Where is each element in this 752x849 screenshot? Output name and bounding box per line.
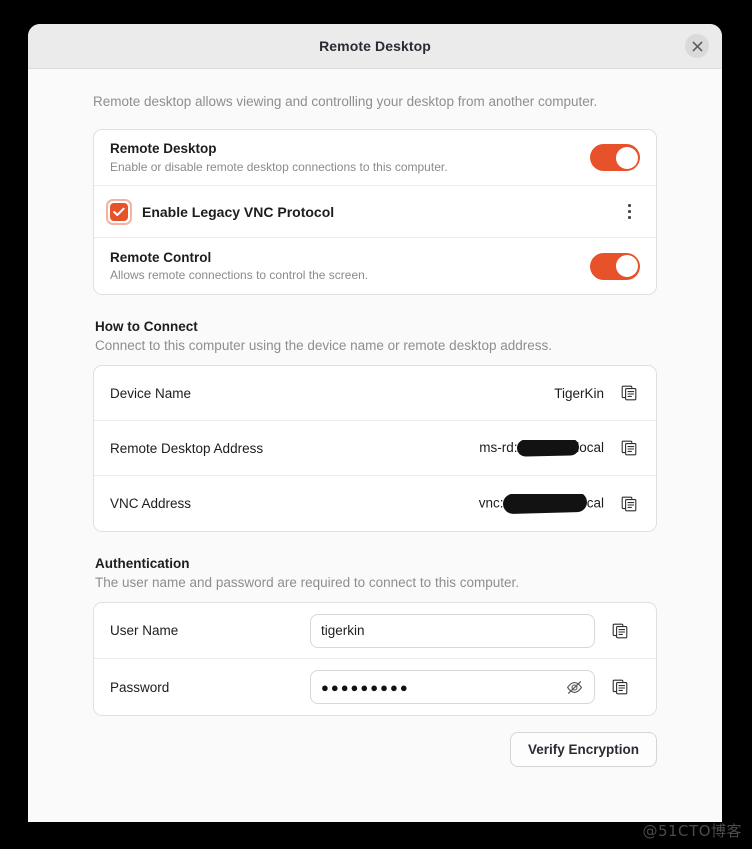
menu-dot	[627, 216, 631, 220]
copy-glyph	[621, 496, 637, 512]
close-icon[interactable]	[685, 34, 709, 58]
copy-glyph	[612, 679, 628, 695]
watermark: @51CTO博客	[642, 822, 742, 840]
menu-dot	[627, 210, 631, 214]
remote-desktop-address-label: Remote Desktop Address	[110, 440, 264, 456]
window-titlebar: Remote Desktop	[28, 24, 722, 69]
redaction-mark	[502, 493, 588, 514]
row-remote-desktop-address: Remote Desktop Address ms-rd:/ local	[94, 421, 656, 477]
page-title: Remote Desktop	[319, 38, 431, 54]
row-remote-control: Remote Control Allows remote connections…	[94, 238, 656, 294]
how-to-connect-description: Connect to this computer using the devic…	[95, 338, 552, 354]
device-name-value: TigerKin	[554, 385, 604, 401]
checkbox-fill	[110, 202, 128, 221]
remote-desktop-window: Remote Desktop Remote desktop allows vie…	[28, 24, 722, 822]
row-remote-control-subtitle: Allows remote connections to control the…	[110, 268, 369, 283]
menu-dot	[627, 204, 631, 208]
username-input[interactable]	[321, 623, 584, 639]
copy-glyph	[621, 385, 637, 401]
redaction-mark	[517, 439, 580, 457]
connection-info-card: Device Name TigerKin Remote Desktop Addr…	[93, 365, 657, 533]
row-vnc-address: VNC Address vnc:/ocal	[94, 476, 656, 531]
copy-icon[interactable]	[618, 437, 640, 459]
row-remote-desktop-subtitle: Enable or disable remote desktop connect…	[110, 159, 448, 174]
copy-icon[interactable]	[609, 676, 631, 698]
row-remote-control-texts: Remote Control Allows remote connections…	[110, 249, 590, 284]
settings-content: Remote desktop allows viewing and contro…	[28, 69, 722, 822]
row-remote-control-title: Remote Control	[110, 249, 212, 265]
verify-encryption-button[interactable]: Verify Encryption	[509, 732, 657, 768]
username-label: User Name	[110, 623, 179, 639]
row-password: Password ●●●●●●●●●	[94, 659, 656, 715]
vnc-address-label: VNC Address	[110, 496, 192, 512]
remote-control-toggle[interactable]	[590, 252, 640, 280]
username-entry[interactable]	[310, 613, 595, 648]
remote-desktop-address-value: ms-rd:/ local	[263, 439, 618, 457]
legacy-vnc-label: Enable Legacy VNC Protocol	[142, 203, 335, 220]
copy-glyph	[612, 623, 628, 639]
how-to-connect-heading: How to Connect	[95, 319, 198, 335]
more-vertical-icon[interactable]	[618, 199, 640, 225]
footer-actions: Verify Encryption	[93, 732, 657, 768]
copy-icon[interactable]	[618, 382, 640, 404]
row-username: User Name	[94, 603, 656, 660]
authentication-description: The user name and password are required …	[95, 575, 519, 591]
check-icon	[113, 207, 125, 216]
remote-desktop-settings-card: Remote Desktop Enable or disable remote …	[93, 129, 657, 296]
row-legacy-vnc: Enable Legacy VNC Protocol	[94, 186, 656, 239]
authentication-heading: Authentication	[95, 556, 190, 572]
eye-slash-icon[interactable]	[564, 677, 584, 697]
vnc-address-value: vnc:/ocal	[191, 493, 618, 514]
toggle-knob	[615, 255, 638, 278]
password-label: Password	[110, 679, 170, 695]
close-glyph	[692, 41, 702, 51]
row-remote-desktop-title: Remote Desktop	[110, 141, 217, 157]
row-remote-desktop-texts: Remote Desktop Enable or disable remote …	[110, 140, 590, 175]
row-device-name: Device Name TigerKin	[94, 366, 656, 422]
authentication-card: User Name Password ●●●●●●●●●	[93, 602, 657, 717]
toggle-knob	[615, 146, 638, 169]
intro-text: Remote desktop allows viewing and contro…	[93, 94, 598, 109]
address-prefix: ms-rd:/	[479, 439, 522, 455]
password-entry[interactable]: ●●●●●●●●●	[310, 670, 595, 705]
copy-glyph	[621, 440, 637, 456]
device-name-label: Device Name	[110, 385, 192, 401]
address-suffix: local	[576, 439, 604, 455]
copy-icon[interactable]	[609, 620, 631, 642]
password-masked-value: ●●●●●●●●●	[321, 679, 410, 695]
copy-icon[interactable]	[618, 493, 640, 515]
row-remote-desktop: Remote Desktop Enable or disable remote …	[94, 130, 656, 187]
eye-slash-glyph	[566, 680, 582, 694]
remote-desktop-toggle[interactable]	[590, 144, 640, 172]
legacy-vnc-checkbox[interactable]	[106, 198, 132, 225]
